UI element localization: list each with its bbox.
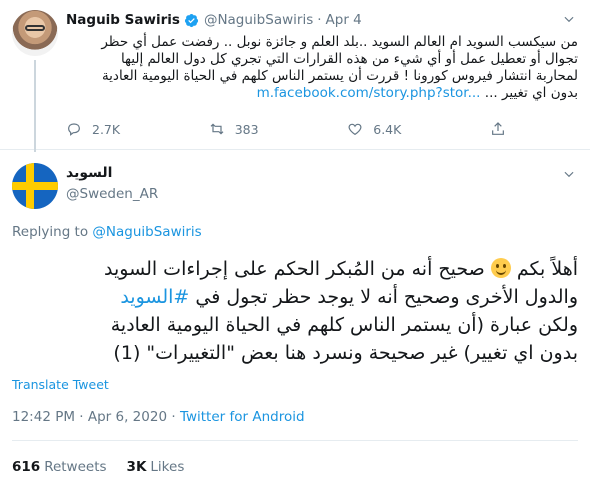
tweet1-line-end: بدون اي تغيير ... [484, 85, 578, 101]
retweets-count: 616 [12, 459, 41, 475]
tweet2-line: ولكن عبارة (أن يستمر الناس كلهم في الحيا… [110, 314, 578, 336]
tweet2-line: أهلاً بكم صحيح أنه من المُبكر الحكم على … [12, 255, 578, 283]
share-icon [492, 122, 504, 135]
hashtag-link[interactable]: #السويد [120, 286, 189, 308]
tweet1-line: من سيكسب السويد ام العالم السويد ..بلد ا… [101, 34, 578, 50]
reply-count: 2.7K [92, 121, 121, 137]
tweet1-header: Naguib Sawiris @NaguibSawiris · Apr 4 [66, 12, 362, 28]
meta-separator: · [171, 409, 176, 425]
like-icon [348, 123, 362, 136]
retweets-label: Retweets [44, 459, 107, 475]
translate-tweet-link[interactable]: Translate Tweet [12, 377, 109, 392]
retweet-button[interactable]: 383 [209, 121, 259, 137]
author-name[interactable]: السويد [66, 165, 112, 181]
thread-line [34, 60, 36, 152]
tweet1-actions: 2.7K 383 6.4K [66, 121, 506, 137]
client-link[interactable]: Twitter for Android [180, 409, 305, 425]
retweet-count: 383 [234, 121, 259, 137]
tweet-date[interactable]: Apr 4 [326, 12, 362, 28]
tweet2-line1-b: صحيح أنه من المُبكر الحكم على إجراءات ال… [104, 258, 485, 280]
avatar-naguib-sawiris[interactable] [12, 10, 58, 56]
likes-stat[interactable]: 3K Likes [127, 459, 185, 475]
share-button[interactable] [490, 121, 506, 137]
tweet1-line: بدون اي تغيير ... m.facebook.com/story.p… [66, 85, 578, 102]
tweet-stats: 616 Retweets 3K Likes [12, 459, 184, 475]
like-count: 6.4K [373, 121, 402, 137]
avatar-glasses [25, 25, 45, 31]
retweet-icon [210, 123, 224, 135]
likes-count: 3K [126, 459, 147, 475]
chevron-down-icon[interactable] [562, 167, 576, 181]
tweet-meta: 12:42 PM · Apr 6, 2020 · Twitter for And… [12, 409, 305, 425]
tweet2-text: أهلاً بكم صحيح أنه من المُبكر الحكم على … [12, 255, 578, 367]
author-handle[interactable]: @Sweden_AR [66, 186, 158, 202]
original-tweet[interactable]: Naguib Sawiris @NaguibSawiris · Apr 4 من… [0, 0, 590, 152]
tweet1-text: من سيكسب السويد ام العالم السويد ..بلد ا… [66, 34, 578, 102]
verified-badge-icon [184, 13, 198, 27]
like-button[interactable]: 6.4K [347, 121, 401, 137]
tweet2-line: والدول الأخرى وصحيح أنه لا يوجد حظر تجول… [12, 283, 578, 311]
divider [12, 440, 578, 441]
retweets-stat[interactable]: 616 Retweets [12, 459, 107, 475]
tweet2-line1-a: أهلاً بكم [516, 258, 578, 280]
facebook-link[interactable]: m.facebook.com/story.php?stor... [257, 85, 481, 101]
mention-link[interactable]: @NaguibSawiris [92, 224, 201, 240]
flag-cross-horizontal [12, 182, 58, 190]
tweet2-line2-a: والدول الأخرى وصحيح أنه لا يوجد حظر تجول… [195, 286, 578, 308]
replying-to: Replying to @NaguibSawiris [12, 224, 202, 240]
flag-cross-vertical [26, 163, 34, 209]
tweet1-line: لمحاربة انتشار فيروس كورونا ! قررت أن يس… [101, 68, 578, 84]
reply-button[interactable]: 2.7K [66, 121, 120, 137]
likes-label: Likes [150, 459, 185, 475]
tweet2-line: بدون اي تغيير) غير صحيحة ونسرد هنا بعض "… [113, 342, 578, 364]
tweet1-line: تجوال أو تعطيل عمل أو أي شيء من هذه القر… [120, 51, 578, 67]
avatar-sweden[interactable] [12, 163, 58, 209]
smiley-emoji-icon [490, 258, 511, 278]
author-name[interactable]: Naguib Sawiris [66, 12, 180, 28]
tweet-timestamp[interactable]: 12:42 PM · Apr 6, 2020 [12, 409, 167, 425]
author-handle[interactable]: @NaguibSawiris [204, 12, 313, 28]
replying-prefix: Replying to [12, 224, 89, 240]
reply-icon [68, 123, 80, 136]
chevron-down-icon[interactable] [562, 12, 576, 26]
header-separator: · [317, 12, 322, 28]
